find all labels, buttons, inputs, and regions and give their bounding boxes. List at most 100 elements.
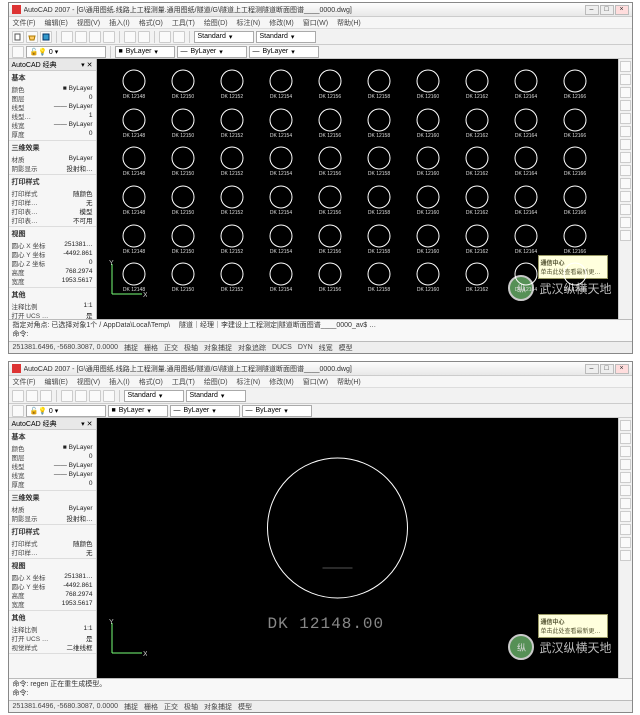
section-thumb[interactable]: DK 12156 [313,106,347,142]
section-thumb[interactable]: DK 12160 [411,183,445,219]
model-toggle[interactable]: 模型 [238,702,252,712]
section-thumb[interactable]: DK 12164 [509,106,543,142]
section-thumb[interactable]: DK 12156 [313,183,347,219]
explode-icon[interactable] [620,230,631,241]
osnap-toggle[interactable]: 对象捕捉 [204,343,232,353]
section-thumb[interactable]: DK 12154 [264,106,298,142]
menu-draw[interactable]: 绘图(D) [204,18,228,28]
trim-icon[interactable] [620,178,631,189]
scale-icon[interactable] [620,152,631,163]
extend-icon[interactable] [620,524,631,535]
erase-icon[interactable] [620,420,631,431]
properties-palette[interactable]: AutoCAD 经典▾ ✕ 基本 颜色■ ByLayer 图层0 线型—— By… [9,59,97,319]
section-thumb[interactable]: DK 12158 [362,260,396,296]
polar-toggle[interactable]: 极轴 [184,343,198,353]
section-thumb[interactable]: DK 12166 [558,144,592,180]
section-thumb[interactable]: DK 12160 [411,260,445,296]
section-thumb[interactable]: DK 12148 [117,260,151,296]
stretch-icon[interactable] [620,165,631,176]
section-thumb[interactable]: DK 12164 [509,67,543,103]
grid-toggle[interactable]: 栅格 [144,343,158,353]
close-button[interactable]: × [615,364,629,374]
rotate-icon[interactable] [620,485,631,496]
section-thumb[interactable]: DK 12162 [460,260,494,296]
model-canvas[interactable]: DK 12148.00 XY 通信中心单击此处查看最新更… 纵 武汉纵横天地 [97,418,618,678]
menu-insert[interactable]: 插入(I) [109,18,130,28]
layer-combo[interactable]: 🔓💡 0 ▾ [26,46,106,58]
section-thumb[interactable]: DK 12160 [411,67,445,103]
open-icon[interactable] [26,390,38,402]
menu-view[interactable]: 视图(V) [77,377,100,387]
section-thumb[interactable]: DK 12152 [215,144,249,180]
copy-icon[interactable] [89,31,101,43]
section-thumb[interactable]: DK 12162 [460,144,494,180]
section-thumb[interactable]: DK 12148 [117,106,151,142]
style-combo[interactable]: Standard▾ [124,390,184,402]
open-icon[interactable] [26,31,38,43]
menu-format[interactable]: 格式(O) [139,377,163,387]
linetype-combo[interactable]: — ByLayer▾ [177,46,247,58]
menu-modify[interactable]: 修改(M) [269,18,294,28]
dimstyle-combo[interactable]: Standard▾ [186,390,246,402]
layer-manager-icon[interactable] [12,46,24,58]
layer-manager-icon[interactable] [12,405,24,417]
mirror-icon[interactable] [620,446,631,457]
offset-icon[interactable] [620,100,631,111]
lwt-toggle[interactable]: 线宽 [319,343,333,353]
menu-window[interactable]: 窗口(W) [303,377,328,387]
command-line[interactable]: 命令: regen 正在重生成模型。 命令: [9,678,632,700]
section-thumb[interactable]: DK 12158 [362,222,396,258]
new-icon[interactable] [12,390,24,402]
minimize-button[interactable]: – [585,5,599,15]
undo-icon[interactable] [124,31,136,43]
section-thumb[interactable]: DK 12154 [264,144,298,180]
command-line[interactable]: 指定对角点: 已选择对象1个 / AppData\Local\Temp\ 隧道｜… [9,319,632,341]
extend-icon[interactable] [620,191,631,202]
section-thumb[interactable]: DK 12162 [460,106,494,142]
section-thumb[interactable]: DK 12156 [313,67,347,103]
section-thumb[interactable]: DK 12150 [166,260,200,296]
color-combo[interactable]: ■ ByLayer▾ [115,46,175,58]
menu-format[interactable]: 格式(O) [139,18,163,28]
print-icon[interactable] [61,31,73,43]
array-icon[interactable] [620,113,631,124]
dimstyle-combo[interactable]: Standard▾ [256,31,316,43]
menu-draw[interactable]: 绘图(D) [204,377,228,387]
titlebar[interactable]: AutoCAD 2007 - [G\通用图纸.线路上工程测量.通用图纸/隧道/G… [9,3,632,17]
section-thumb[interactable]: DK 12160 [411,106,445,142]
snap-toggle[interactable]: 捕捉 [124,343,138,353]
menu-tools[interactable]: 工具(T) [172,377,195,387]
save-icon[interactable] [40,390,52,402]
section-thumb[interactable]: DK 12162 [460,67,494,103]
section-thumb[interactable]: DK 12150 [166,222,200,258]
section-thumb[interactable]: DK 12164 [509,222,543,258]
menu-edit[interactable]: 编辑(E) [44,18,67,28]
menu-insert[interactable]: 插入(I) [109,377,130,387]
move-icon[interactable] [620,472,631,483]
erase-icon[interactable] [620,61,631,72]
section-thumb[interactable]: DK 12166 [558,106,592,142]
menu-help[interactable]: 帮助(H) [337,18,361,28]
section-thumb[interactable]: DK 12150 [166,183,200,219]
section-thumb[interactable]: DK 12152 [215,260,249,296]
color-combo[interactable]: ■ ByLayer▾ [108,405,168,417]
palette-header[interactable]: AutoCAD 经典▾ ✕ [9,59,96,71]
style-combo[interactable]: Standard▾ [194,31,254,43]
menu-window[interactable]: 窗口(W) [303,18,328,28]
snap-toggle[interactable]: 捕捉 [124,702,138,712]
section-thumb[interactable]: DK 12148 [117,144,151,180]
section-thumb[interactable]: DK 12164 [509,183,543,219]
rotate-icon[interactable] [620,139,631,150]
menu-dim[interactable]: 标注(N) [237,18,261,28]
section-thumb[interactable]: DK 12148 [117,222,151,258]
section-thumb[interactable]: DK 12154 [264,183,298,219]
offset-icon[interactable] [620,459,631,470]
layer-combo[interactable]: 🔓💡 0 ▾ [26,405,106,417]
menu-modify[interactable]: 修改(M) [269,377,294,387]
section-thumb[interactable]: DK 12164 [509,260,543,296]
otrack-toggle[interactable]: 对象追踪 [238,343,266,353]
osnap-toggle[interactable]: 对象捕捉 [204,702,232,712]
section-thumb[interactable]: DK 12150 [166,106,200,142]
scale-icon[interactable] [620,498,631,509]
redo-icon[interactable] [138,31,150,43]
